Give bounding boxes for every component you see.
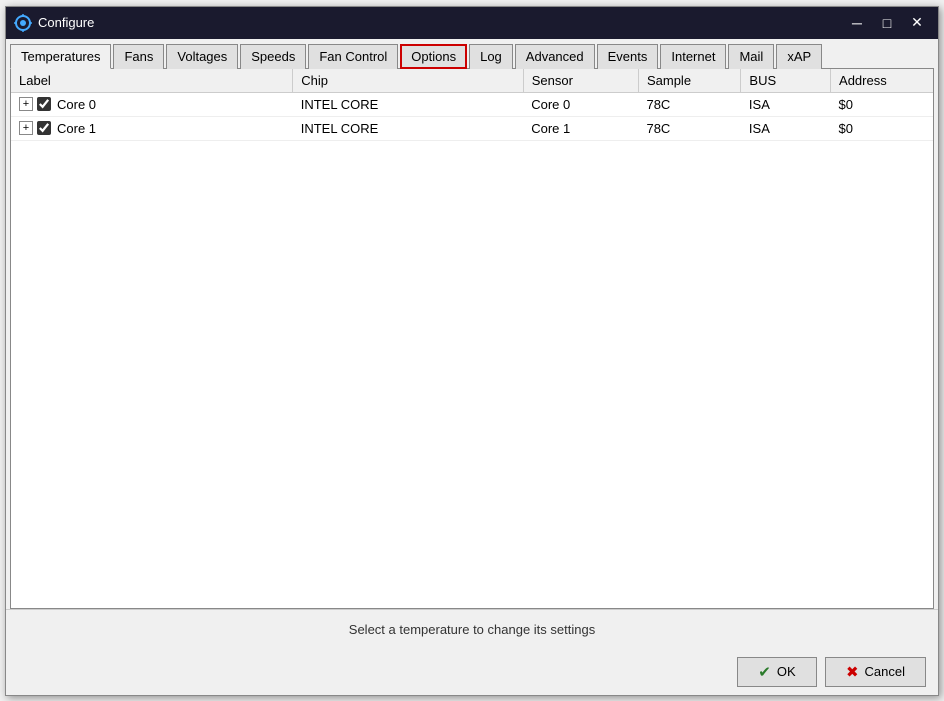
row-label-core0: + Core 0 bbox=[11, 92, 293, 116]
row-label-text-core0: Core 0 bbox=[57, 97, 96, 112]
table-row[interactable]: +Core 1INTEL CORECore 178CISA$0 bbox=[11, 116, 933, 140]
cancel-label: Cancel bbox=[865, 664, 905, 679]
col-header-sensor: Sensor bbox=[523, 69, 638, 93]
temperature-table-container: LabelChipSensorSampleBUSAddress +Core 0I… bbox=[11, 69, 933, 608]
ok-button[interactable]: ✔ OK bbox=[737, 657, 817, 687]
window-controls: ─ □ ✕ bbox=[844, 12, 930, 34]
row-bus-core1: ISA bbox=[741, 116, 831, 140]
footer: ✔ OK ✖ Cancel bbox=[6, 649, 938, 695]
row-sensor-core0: Core 0 bbox=[523, 92, 638, 116]
ok-icon: ✔ bbox=[758, 663, 771, 681]
expand-button[interactable]: + bbox=[19, 121, 33, 135]
col-header-bus: BUS bbox=[741, 69, 831, 93]
tab-internet[interactable]: Internet bbox=[660, 44, 726, 69]
row-chip-core0: INTEL CORE bbox=[293, 92, 524, 116]
content-area: LabelChipSensorSampleBUSAddress +Core 0I… bbox=[10, 68, 934, 609]
row-checkbox-core0[interactable] bbox=[37, 97, 51, 111]
col-header-address: Address bbox=[831, 69, 933, 93]
maximize-button[interactable]: □ bbox=[874, 12, 900, 34]
tab-mail[interactable]: Mail bbox=[728, 44, 774, 69]
app-icon bbox=[14, 14, 32, 32]
minimize-button[interactable]: ─ bbox=[844, 12, 870, 34]
status-bar: Select a temperature to change its setti… bbox=[6, 609, 938, 649]
tab-fans[interactable]: Fans bbox=[113, 44, 164, 69]
row-address-core1: $0 bbox=[831, 116, 933, 140]
ok-label: OK bbox=[777, 664, 796, 679]
row-chip-core1: INTEL CORE bbox=[293, 116, 524, 140]
tabs-bar: TemperaturesFansVoltagesSpeedsFan Contro… bbox=[6, 39, 938, 68]
row-sample-core0: 78C bbox=[638, 92, 740, 116]
tab-options[interactable]: Options bbox=[400, 44, 467, 69]
row-label-text-core1: Core 1 bbox=[57, 121, 96, 136]
row-sensor-core1: Core 1 bbox=[523, 116, 638, 140]
close-button[interactable]: ✕ bbox=[904, 12, 930, 34]
cancel-button[interactable]: ✖ Cancel bbox=[825, 657, 926, 687]
col-header-label: Label bbox=[11, 69, 293, 93]
configure-window: Configure ─ □ ✕ TemperaturesFansVoltages… bbox=[5, 6, 939, 696]
tab-speeds[interactable]: Speeds bbox=[240, 44, 306, 69]
row-label-core1: + Core 1 bbox=[11, 116, 293, 140]
row-sample-core1: 78C bbox=[638, 116, 740, 140]
tab-voltages[interactable]: Voltages bbox=[166, 44, 238, 69]
cancel-icon: ✖ bbox=[846, 663, 859, 681]
tab-advanced[interactable]: Advanced bbox=[515, 44, 595, 69]
window-title: Configure bbox=[38, 15, 844, 30]
tab-temperatures[interactable]: Temperatures bbox=[10, 44, 111, 69]
tab-fan-control[interactable]: Fan Control bbox=[308, 44, 398, 69]
temperature-table: LabelChipSensorSampleBUSAddress +Core 0I… bbox=[11, 69, 933, 141]
row-address-core0: $0 bbox=[831, 92, 933, 116]
tab-log[interactable]: Log bbox=[469, 44, 513, 69]
row-checkbox-core1[interactable] bbox=[37, 121, 51, 135]
tab-events[interactable]: Events bbox=[597, 44, 659, 69]
row-bus-core0: ISA bbox=[741, 92, 831, 116]
expand-button[interactable]: + bbox=[19, 97, 33, 111]
col-header-chip: Chip bbox=[293, 69, 524, 93]
status-message: Select a temperature to change its setti… bbox=[349, 622, 595, 637]
title-bar: Configure ─ □ ✕ bbox=[6, 7, 938, 39]
col-header-sample: Sample bbox=[638, 69, 740, 93]
tab-xap[interactable]: xAP bbox=[776, 44, 822, 69]
table-row[interactable]: +Core 0INTEL CORECore 078CISA$0 bbox=[11, 92, 933, 116]
